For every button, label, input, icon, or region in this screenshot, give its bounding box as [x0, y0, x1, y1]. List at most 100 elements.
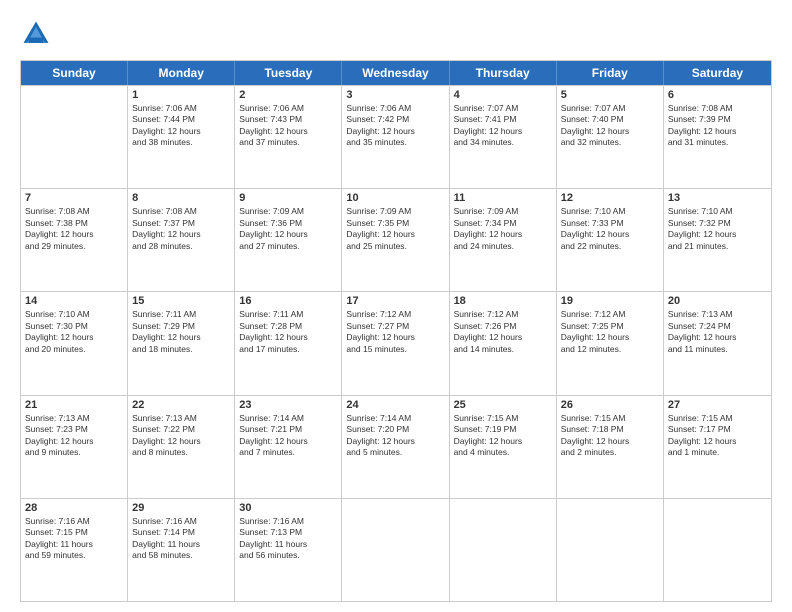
- weekday-header-tuesday: Tuesday: [235, 61, 342, 85]
- calendar-cell-4-7: 27 Sunrise: 7:15 AM Sunset: 7:17 PM Dayli…: [664, 396, 771, 498]
- day-info: Sunrise: 7:08 AM Sunset: 7:38 PM Dayligh…: [25, 206, 123, 252]
- day-info: Sunrise: 7:10 AM Sunset: 7:32 PM Dayligh…: [668, 206, 767, 252]
- calendar-week-5: 28Sunrise: 7:16 AM Sunset: 7:15 PM Dayli…: [21, 498, 771, 601]
- calendar-cell-4-6: 26 Sunrise: 7:15 AM Sunset: 7:18 PM Dayli…: [557, 396, 664, 498]
- day-number: 29: [132, 502, 230, 514]
- day-info: Sunrise: 7:07 AM Sunset: 7:40 PM Dayligh…: [561, 103, 659, 149]
- day-number: 17: [346, 295, 444, 307]
- calendar-header: SundayMondayTuesdayWednesdayThursdayFrid…: [21, 61, 771, 85]
- calendar-cell-1-5: 4Sunrise: 7:07 AM Sunset: 7:41 PM Daylig…: [450, 86, 557, 188]
- calendar-cell-1-1: [21, 86, 128, 188]
- calendar-week-4: 21Sunrise: 7:13 AM Sunset: 7:23 PM Dayli…: [21, 395, 771, 498]
- calendar-cell-5-5: [450, 499, 557, 601]
- logo: [20, 18, 56, 50]
- day-number: 4: [454, 89, 552, 101]
- day-info: Sunrise: 7:06 AM Sunset: 7:43 PM Dayligh…: [239, 103, 337, 149]
- weekday-header-monday: Monday: [128, 61, 235, 85]
- day-info: Sunrise: 7:11 AM Sunset: 7:28 PM Dayligh…: [239, 309, 337, 355]
- day-info: Sunrise: 7:15 AM Sunset: 7:18 PM Dayligh…: [561, 413, 659, 459]
- day-number: 27: [668, 399, 767, 411]
- day-number: 1: [132, 89, 230, 101]
- day-number: 5: [561, 89, 659, 101]
- calendar-cell-3-1: 14 Sunrise: 7:10 AM Sunset: 7:30 PM Dayli…: [21, 292, 128, 394]
- calendar-cell-5-2: 29 Sunrise: 7:16 AM Sunset: 7:14 PM Dayli…: [128, 499, 235, 601]
- calendar-cell-3-5: 18 Sunrise: 7:12 AM Sunset: 7:26 PM Dayli…: [450, 292, 557, 394]
- calendar: SundayMondayTuesdayWednesdayThursdayFrid…: [20, 60, 772, 602]
- day-info: Sunrise: 7:13 AM Sunset: 7:22 PM Dayligh…: [132, 413, 230, 459]
- calendar-cell-5-6: [557, 499, 664, 601]
- day-info: Sunrise: 7:16 AM Sunset: 7:14 PM Dayligh…: [132, 516, 230, 562]
- day-number: 15: [132, 295, 230, 307]
- calendar-cell-3-2: 15 Sunrise: 7:11 AM Sunset: 7:29 PM Dayli…: [128, 292, 235, 394]
- day-info: Sunrise: 7:11 AM Sunset: 7:29 PM Dayligh…: [132, 309, 230, 355]
- calendar-cell-2-1: 7 Sunrise: 7:08 AM Sunset: 7:38 PM Daylig…: [21, 189, 128, 291]
- calendar-week-3: 14 Sunrise: 7:10 AM Sunset: 7:30 PM Dayli…: [21, 291, 771, 394]
- day-info: Sunrise: 7:13 AM Sunset: 7:23 PM Dayligh…: [25, 413, 123, 459]
- day-info: Sunrise: 7:08 AM Sunset: 7:37 PM Dayligh…: [132, 206, 230, 252]
- day-info: Sunrise: 7:09 AM Sunset: 7:36 PM Dayligh…: [239, 206, 337, 252]
- day-number: 25: [454, 399, 552, 411]
- weekday-header-saturday: Saturday: [664, 61, 771, 85]
- day-number: 22: [132, 399, 230, 411]
- day-number: 11: [454, 192, 552, 204]
- calendar-cell-1-3: 2 Sunrise: 7:06 AM Sunset: 7:43 PM Daylig…: [235, 86, 342, 188]
- day-number: 19: [561, 295, 659, 307]
- calendar-cell-2-7: 13 Sunrise: 7:10 AM Sunset: 7:32 PM Dayli…: [664, 189, 771, 291]
- day-number: 26: [561, 399, 659, 411]
- calendar-cell-1-2: 1Sunrise: 7:06 AM Sunset: 7:44 PM Daylig…: [128, 86, 235, 188]
- logo-icon: [20, 18, 52, 50]
- calendar-cell-2-2: 8Sunrise: 7:08 AM Sunset: 7:37 PM Daylig…: [128, 189, 235, 291]
- calendar-cell-1-7: 6Sunrise: 7:08 AM Sunset: 7:39 PM Daylig…: [664, 86, 771, 188]
- page: SundayMondayTuesdayWednesdayThursdayFrid…: [0, 0, 792, 612]
- day-info: Sunrise: 7:06 AM Sunset: 7:42 PM Dayligh…: [346, 103, 444, 149]
- day-number: 24: [346, 399, 444, 411]
- calendar-cell-2-5: 11 Sunrise: 7:09 AM Sunset: 7:34 PM Dayli…: [450, 189, 557, 291]
- calendar-cell-3-7: 20 Sunrise: 7:13 AM Sunset: 7:24 PM Dayli…: [664, 292, 771, 394]
- calendar-cell-3-6: 19 Sunrise: 7:12 AM Sunset: 7:25 PM Dayli…: [557, 292, 664, 394]
- calendar-cell-3-3: 16 Sunrise: 7:11 AM Sunset: 7:28 PM Dayli…: [235, 292, 342, 394]
- day-number: 13: [668, 192, 767, 204]
- calendar-week-2: 7 Sunrise: 7:08 AM Sunset: 7:38 PM Daylig…: [21, 188, 771, 291]
- day-number: 28: [25, 502, 123, 514]
- day-info: Sunrise: 7:16 AM Sunset: 7:13 PM Dayligh…: [239, 516, 337, 562]
- calendar-cell-2-4: 10 Sunrise: 7:09 AM Sunset: 7:35 PM Dayli…: [342, 189, 449, 291]
- calendar-week-1: 1Sunrise: 7:06 AM Sunset: 7:44 PM Daylig…: [21, 85, 771, 188]
- day-number: 20: [668, 295, 767, 307]
- day-info: Sunrise: 7:12 AM Sunset: 7:27 PM Dayligh…: [346, 309, 444, 355]
- calendar-cell-5-4: [342, 499, 449, 601]
- calendar-cell-5-7: [664, 499, 771, 601]
- header: [20, 18, 772, 50]
- calendar-cell-4-3: 23Sunrise: 7:14 AM Sunset: 7:21 PM Dayli…: [235, 396, 342, 498]
- calendar-cell-4-4: 24 Sunrise: 7:14 AM Sunset: 7:20 PM Dayli…: [342, 396, 449, 498]
- day-info: Sunrise: 7:15 AM Sunset: 7:17 PM Dayligh…: [668, 413, 767, 459]
- day-info: Sunrise: 7:12 AM Sunset: 7:25 PM Dayligh…: [561, 309, 659, 355]
- calendar-cell-4-1: 21Sunrise: 7:13 AM Sunset: 7:23 PM Dayli…: [21, 396, 128, 498]
- day-info: Sunrise: 7:10 AM Sunset: 7:33 PM Dayligh…: [561, 206, 659, 252]
- calendar-cell-1-6: 5 Sunrise: 7:07 AM Sunset: 7:40 PM Daylig…: [557, 86, 664, 188]
- day-info: Sunrise: 7:13 AM Sunset: 7:24 PM Dayligh…: [668, 309, 767, 355]
- calendar-cell-2-3: 9Sunrise: 7:09 AM Sunset: 7:36 PM Daylig…: [235, 189, 342, 291]
- calendar-cell-1-4: 3Sunrise: 7:06 AM Sunset: 7:42 PM Daylig…: [342, 86, 449, 188]
- day-info: Sunrise: 7:09 AM Sunset: 7:34 PM Dayligh…: [454, 206, 552, 252]
- day-number: 7: [25, 192, 123, 204]
- day-number: 2: [239, 89, 337, 101]
- day-number: 10: [346, 192, 444, 204]
- weekday-header-friday: Friday: [557, 61, 664, 85]
- day-info: Sunrise: 7:12 AM Sunset: 7:26 PM Dayligh…: [454, 309, 552, 355]
- day-info: Sunrise: 7:14 AM Sunset: 7:20 PM Dayligh…: [346, 413, 444, 459]
- calendar-cell-2-6: 12 Sunrise: 7:10 AM Sunset: 7:33 PM Dayli…: [557, 189, 664, 291]
- calendar-cell-5-1: 28Sunrise: 7:16 AM Sunset: 7:15 PM Dayli…: [21, 499, 128, 601]
- calendar-cell-4-5: 25 Sunrise: 7:15 AM Sunset: 7:19 PM Dayli…: [450, 396, 557, 498]
- day-number: 6: [668, 89, 767, 101]
- calendar-cell-5-3: 30 Sunrise: 7:16 AM Sunset: 7:13 PM Dayli…: [235, 499, 342, 601]
- day-info: Sunrise: 7:15 AM Sunset: 7:19 PM Dayligh…: [454, 413, 552, 459]
- day-number: 23: [239, 399, 337, 411]
- day-info: Sunrise: 7:09 AM Sunset: 7:35 PM Dayligh…: [346, 206, 444, 252]
- weekday-header-thursday: Thursday: [450, 61, 557, 85]
- day-number: 14: [25, 295, 123, 307]
- day-number: 18: [454, 295, 552, 307]
- day-number: 30: [239, 502, 337, 514]
- day-number: 16: [239, 295, 337, 307]
- day-number: 12: [561, 192, 659, 204]
- day-info: Sunrise: 7:10 AM Sunset: 7:30 PM Dayligh…: [25, 309, 123, 355]
